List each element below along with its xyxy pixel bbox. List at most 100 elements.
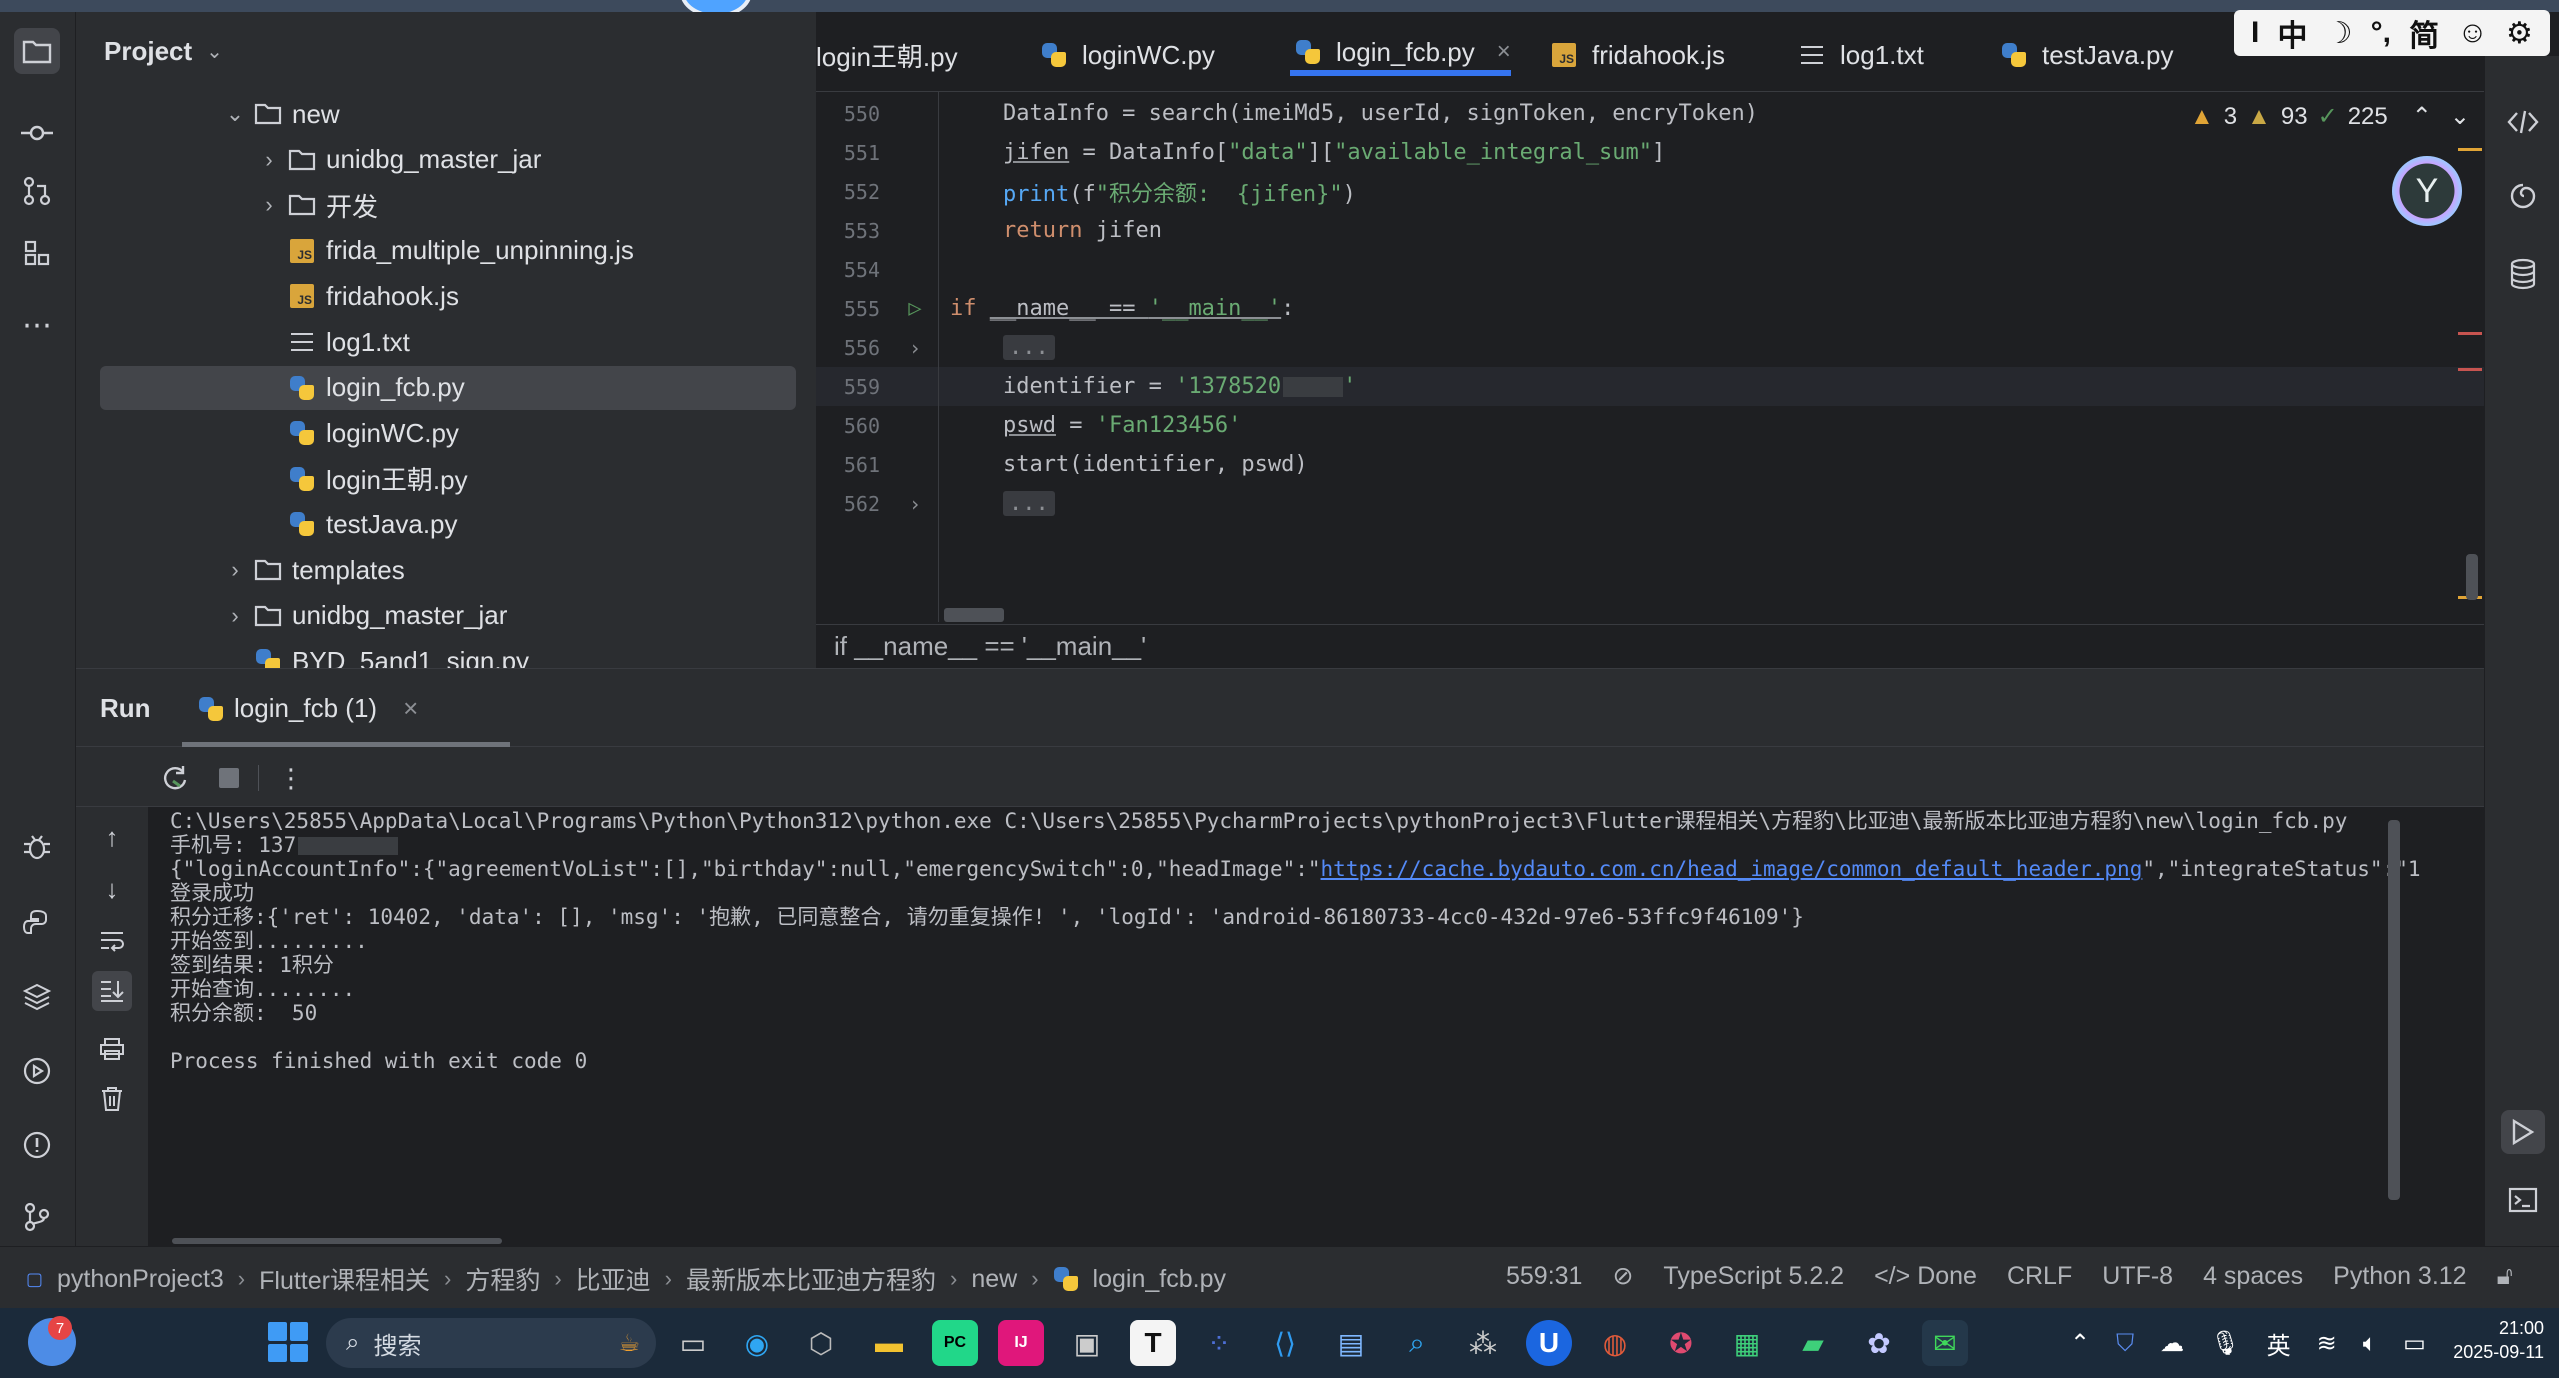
app-small-icon[interactable]: ⁂ <box>1460 1320 1506 1366</box>
tree-item[interactable]: login王朝.py <box>100 457 796 501</box>
tree-item[interactable]: ⌄ new <box>100 92 796 136</box>
python-console-icon[interactable] <box>14 900 60 946</box>
chevron-right-icon[interactable]: › <box>254 147 284 173</box>
close-icon[interactable]: × <box>1497 38 1511 66</box>
app-circle-icon[interactable]: ✪ <box>1658 1320 1704 1366</box>
code-with-me-icon[interactable] <box>2501 100 2545 144</box>
chevron-right-icon[interactable]: › <box>220 557 250 583</box>
tree-item[interactable]: loginWC.py <box>100 411 796 455</box>
ime-toolbar-item[interactable]: I <box>2251 16 2259 50</box>
services-icon[interactable] <box>14 1048 60 1094</box>
ai-assistant-icon[interactable]: Y <box>2392 156 2462 226</box>
code-breadcrumb[interactable]: if __name__ == '__main__' <box>816 624 2484 668</box>
run-panel-icon[interactable] <box>2501 1110 2545 1154</box>
microphone-icon[interactable]: 🎙︎ <box>2210 1329 2240 1358</box>
gutter-cell[interactable]: › <box>880 336 950 360</box>
language-service[interactable]: TypeScript 5.2.2 <box>1663 1262 1844 1291</box>
error-stripe[interactable] <box>2458 332 2482 335</box>
editor-tab[interactable]: log1.txt <box>1794 34 1924 76</box>
chevron-down-icon[interactable]: ⌄ <box>206 39 223 64</box>
tree-item[interactable]: BYD_5and1_sign.py <box>100 639 796 668</box>
trash-icon[interactable] <box>92 1079 132 1119</box>
shield-icon[interactable]: ⛉ <box>2116 1330 2134 1358</box>
ime-toolbar-item[interactable]: 中 <box>2278 11 2308 55</box>
wechat-icon[interactable]: ✉ <box>1922 1320 1968 1366</box>
caret-position[interactable]: 559:31 <box>1506 1262 1582 1291</box>
typora-icon[interactable]: T <box>1130 1320 1176 1366</box>
file-encoding[interactable]: UTF-8 <box>2102 1262 2173 1291</box>
structure-icon[interactable] <box>14 230 60 276</box>
editor-tab[interactable]: testJava.py <box>1996 34 2174 76</box>
ime-indicator[interactable]: 英 <box>2267 1326 2291 1361</box>
chevron-down-icon[interactable]: ⌄ <box>220 101 250 127</box>
ime-toolbar-item[interactable]: ☺ <box>2457 16 2488 50</box>
app-cube-icon[interactable]: ⬡ <box>798 1320 844 1366</box>
search-app-icon[interactable]: ⌕ <box>1394 1320 1440 1366</box>
gutter-cell[interactable]: › <box>880 492 950 516</box>
status-crumb[interactable]: new <box>971 1265 1017 1294</box>
arrow-up-icon[interactable]: ↑ <box>92 817 132 857</box>
code-line[interactable]: 560 pswd = 'Fan123456' <box>816 406 2484 445</box>
project-header[interactable]: Project ⌄ <box>104 36 223 67</box>
editor-tab[interactable]: JS fridahook.js <box>1546 34 1725 76</box>
rerun-icon[interactable] <box>158 761 192 795</box>
android-studio-icon[interactable]: ▰ <box>1790 1320 1836 1366</box>
battery-icon[interactable]: ▭ <box>2403 1329 2426 1358</box>
database-icon[interactable] <box>2501 252 2545 296</box>
line-separator[interactable]: CRLF <box>2007 1262 2072 1291</box>
commit-icon[interactable] <box>14 110 60 156</box>
ime-toolbar-item[interactable]: °, <box>2371 16 2391 50</box>
ai-spiral-icon[interactable] <box>2501 174 2545 218</box>
terminal-icon[interactable] <box>2501 1178 2545 1222</box>
app-u-icon[interactable]: U <box>1526 1320 1572 1366</box>
pycharm-icon[interactable]: PC <box>932 1320 978 1366</box>
code-editor[interactable]: 550 DataInfo = search(imeiMd5, userId, s… <box>816 92 2484 624</box>
tree-item[interactable]: › unidbg_master_jar <box>100 138 796 182</box>
inspection-widget[interactable]: ▲ 3 ▲ 93 ✓ 225 ⌃ ⌄ <box>2190 102 2470 131</box>
close-icon[interactable]: × <box>403 693 418 724</box>
debug-icon[interactable] <box>14 824 60 870</box>
chevron-right-icon[interactable]: › <box>254 192 284 218</box>
code-line[interactable]: 556 › ... <box>816 328 2484 367</box>
ime-toolbar[interactable]: I 中 ☽ °, 简 ☺ ⚙ <box>2234 10 2550 56</box>
run-tab[interactable]: login_fcb (1) × <box>198 693 418 724</box>
editor-tab[interactable]: login_fcb.py × <box>1290 34 1511 76</box>
wifi-icon[interactable]: ≋ <box>2317 1329 2337 1358</box>
editor-tab[interactable]: loginWC.py <box>1036 34 1215 76</box>
status-crumb[interactable]: Flutter课程相关 <box>259 1261 430 1297</box>
warning-stripe[interactable] <box>2458 148 2482 151</box>
python-interpreter[interactable]: Python 3.12 <box>2333 1262 2466 1291</box>
lock-icon[interactable]: 🔓︎ <box>2497 1262 2513 1291</box>
ime-toolbar-item[interactable]: ☽ <box>2326 16 2353 51</box>
edge-icon[interactable]: ◉ <box>734 1320 780 1366</box>
intellij-icon[interactable]: IJ <box>998 1320 1044 1366</box>
tree-item[interactable]: testJava.py <box>100 502 796 546</box>
terminal-app-icon[interactable]: ▣ <box>1064 1320 1110 1366</box>
editor-tab[interactable]: login王朝.py <box>816 34 958 76</box>
task-view-icon[interactable]: ▭ <box>670 1320 716 1366</box>
run-gutter-icon[interactable]: ▷ <box>908 296 921 321</box>
app-green-icon[interactable]: ▦ <box>1724 1320 1770 1366</box>
notepad-icon[interactable]: ▤ <box>1328 1320 1374 1366</box>
code-line[interactable]: 555 ▷ if __name__ == '__main__': <box>816 289 2484 328</box>
project-folder-icon[interactable] <box>14 28 60 74</box>
console-output[interactable]: C:\Users\25855\AppData\Local\Programs\Py… <box>148 807 2484 1247</box>
arrow-down-icon[interactable]: ↓ <box>92 869 132 909</box>
code-line[interactable]: 559 identifier = '1378520 ' <box>816 367 2484 406</box>
code-line[interactable]: 561 start(identifier, pswd) <box>816 445 2484 484</box>
indent-setting[interactable]: 4 spaces <box>2203 1262 2303 1291</box>
status-crumb[interactable]: 比亚迪 <box>576 1261 651 1297</box>
volume-icon[interactable]: 🔈︎ <box>2363 1330 2377 1358</box>
cloud-icon[interactable]: ☁ <box>2160 1329 2184 1358</box>
status-crumb[interactable]: login_fcb.py <box>1093 1265 1226 1294</box>
stop-icon[interactable] <box>212 761 246 795</box>
tree-item[interactable]: › unidbg_master_jar <box>100 594 796 638</box>
pull-requests-icon[interactable] <box>14 168 60 214</box>
no-ai-icon[interactable]: ⊘ <box>1612 1261 1633 1291</box>
chevron-down-icon[interactable]: ⌄ <box>2450 102 2470 131</box>
start-button[interactable] <box>268 1322 308 1362</box>
code-line[interactable]: 562 › ... <box>816 484 2484 523</box>
console-horizontal-scrollbar[interactable] <box>172 1238 502 1244</box>
tree-item[interactable]: JS fridahook.js <box>100 274 796 318</box>
gutter-cell[interactable]: ▷ <box>880 296 950 321</box>
